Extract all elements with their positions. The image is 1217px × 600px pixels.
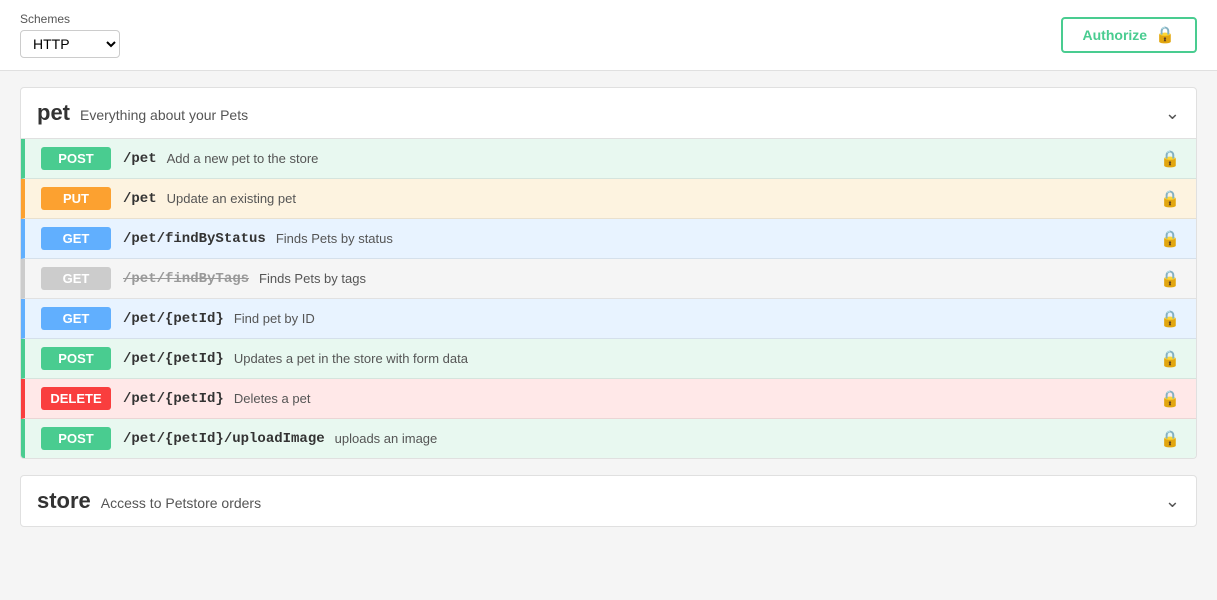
section-pet-name: pet	[37, 100, 70, 126]
authorize-label: Authorize	[1083, 27, 1148, 43]
endpoint-path: /pet	[123, 151, 157, 167]
section-pet-description: Everything about your Pets	[80, 107, 248, 123]
section-store-description: Access to Petstore orders	[101, 495, 261, 511]
lock-icon: 🔒	[1160, 309, 1180, 329]
endpoint-summary: Update an existing pet	[167, 191, 296, 206]
chevron-down-icon: ⌄	[1165, 103, 1180, 124]
method-badge-delete: DELETE	[41, 387, 111, 410]
main-content: pet Everything about your Pets ⌄ POST /p…	[0, 71, 1217, 600]
method-badge-put: PUT	[41, 187, 111, 210]
endpoint-summary: Finds Pets by tags	[259, 271, 366, 286]
endpoint-get-pet-findByStatus[interactable]: GET /pet/findByStatus Finds Pets by stat…	[21, 219, 1196, 259]
method-badge-get-deprecated: GET	[41, 267, 111, 290]
endpoint-post-pet-petId[interactable]: POST /pet/{petId} Updates a pet in the s…	[21, 339, 1196, 379]
top-bar: Schemes HTTP HTTPS Authorize 🔒	[0, 0, 1217, 71]
schemes-section: Schemes HTTP HTTPS	[20, 12, 120, 58]
method-badge-get: GET	[41, 307, 111, 330]
authorize-button[interactable]: Authorize 🔒	[1061, 17, 1197, 53]
endpoint-post-pet-uploadImage[interactable]: POST /pet/{petId}/uploadImage uploads an…	[21, 419, 1196, 458]
section-pet-header[interactable]: pet Everything about your Pets ⌄	[20, 87, 1197, 139]
endpoint-path: /pet/{petId}	[123, 391, 224, 407]
lock-icon: 🔒	[1160, 149, 1180, 169]
endpoint-post-pet[interactable]: POST /pet Add a new pet to the store 🔒	[21, 139, 1196, 179]
lock-icon: 🔒	[1160, 389, 1180, 409]
endpoint-summary: uploads an image	[335, 431, 438, 446]
method-badge-get: GET	[41, 227, 111, 250]
endpoint-path: /pet	[123, 191, 157, 207]
endpoint-summary: Deletes a pet	[234, 391, 311, 406]
lock-icon: 🔒	[1160, 189, 1180, 209]
section-store-header[interactable]: store Access to Petstore orders ⌄	[20, 475, 1197, 527]
lock-icon: 🔒	[1155, 25, 1175, 45]
section-store-name: store	[37, 488, 91, 514]
lock-icon: 🔒	[1160, 229, 1180, 249]
section-store: store Access to Petstore orders ⌄	[20, 475, 1197, 527]
lock-icon: 🔒	[1160, 269, 1180, 289]
section-store-title: store Access to Petstore orders	[37, 488, 261, 514]
endpoint-path-deprecated: /pet/findByTags	[123, 271, 249, 287]
endpoint-delete-pet-petId[interactable]: DELETE /pet/{petId} Deletes a pet 🔒	[21, 379, 1196, 419]
endpoint-summary: Finds Pets by status	[276, 231, 393, 246]
endpoint-path: /pet/{petId}	[123, 311, 224, 327]
section-pet: pet Everything about your Pets ⌄ POST /p…	[20, 87, 1197, 459]
method-badge-post: POST	[41, 347, 111, 370]
endpoint-path: /pet/{petId}	[123, 351, 224, 367]
lock-icon: 🔒	[1160, 429, 1180, 449]
section-pet-endpoints: POST /pet Add a new pet to the store 🔒 P…	[20, 139, 1197, 459]
endpoint-path: /pet/findByStatus	[123, 231, 266, 247]
endpoint-summary: Find pet by ID	[234, 311, 315, 326]
method-badge-post: POST	[41, 427, 111, 450]
endpoint-put-pet[interactable]: PUT /pet Update an existing pet 🔒	[21, 179, 1196, 219]
lock-icon: 🔒	[1160, 349, 1180, 369]
endpoint-summary: Updates a pet in the store with form dat…	[234, 351, 468, 366]
endpoint-get-pet-petId[interactable]: GET /pet/{petId} Find pet by ID 🔒	[21, 299, 1196, 339]
method-badge-post: POST	[41, 147, 111, 170]
section-pet-title: pet Everything about your Pets	[37, 100, 248, 126]
endpoint-path: /pet/{petId}/uploadImage	[123, 431, 325, 447]
chevron-down-icon: ⌄	[1165, 491, 1180, 512]
endpoint-get-pet-findByTags-deprecated[interactable]: GET /pet/findByTags Finds Pets by tags 🔒	[21, 259, 1196, 299]
schemes-select[interactable]: HTTP HTTPS	[20, 30, 120, 58]
endpoint-summary: Add a new pet to the store	[167, 151, 319, 166]
schemes-label: Schemes	[20, 12, 120, 26]
